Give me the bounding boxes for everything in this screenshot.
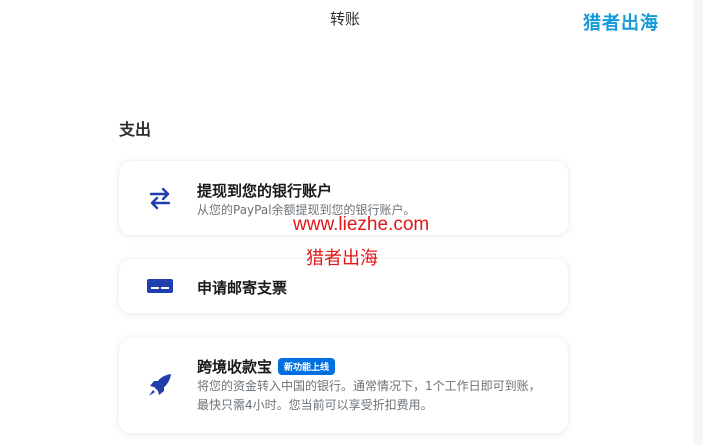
cross-border-card[interactable]: 跨境收款宝 新功能上线 将您的资金转入中国的银行。通常情况下，1个工作日即可到账，… xyxy=(119,338,568,433)
transfer-arrows-icon xyxy=(145,183,175,213)
cross-border-title: 跨境收款宝 新功能上线 xyxy=(197,356,336,377)
watermark-url: www.liezhe.com xyxy=(293,214,430,235)
rocket-icon xyxy=(145,370,175,400)
cross-border-title-text: 跨境收款宝 xyxy=(197,358,273,376)
transfer-page: 转账 猎者出海 支出 提现到您的银行账户 从您的PayPal余额提现到您的银行账… xyxy=(0,0,703,445)
cross-border-description: 将您的资金转入中国的银行。通常情况下，1个工作日即可到账，最快只需4小时。您当前… xyxy=(197,379,541,412)
new-feature-badge: 新功能上线 xyxy=(278,358,336,375)
brand-logo: 猎者出海 xyxy=(583,13,659,34)
check-title: 申请邮寄支票 xyxy=(197,279,288,297)
withdraw-title: 提现到您的银行账户 xyxy=(197,182,333,200)
scrollbar-track[interactable] xyxy=(693,0,703,445)
section-heading: 支出 xyxy=(119,120,152,139)
watermark-text: 猎者出海 xyxy=(306,248,378,269)
check-card-icon xyxy=(145,271,175,301)
